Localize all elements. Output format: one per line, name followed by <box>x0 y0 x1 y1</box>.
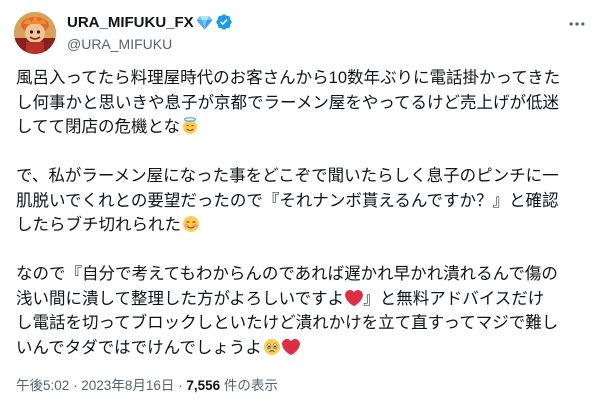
author-display-name[interactable]: URA_MIFUKU_FX <box>67 14 194 31</box>
tweet-line: してて閉店の危機とな <box>16 115 596 140</box>
more-button[interactable] <box>562 12 592 36</box>
avatar[interactable] <box>14 12 56 54</box>
tweet-paragraph-2: で、私がラーメン屋になった事をどこぞで聞いたらしく息子のピンチに一 肌脱いでくれ… <box>16 164 596 238</box>
meta-separator: · <box>69 378 82 393</box>
red-heart-emoji <box>345 289 364 306</box>
author-handle[interactable]: @URA_MIFUKU <box>67 36 172 52</box>
verified-badge-icon[interactable] <box>215 13 233 31</box>
tweet-line: なので『自分で考えてもわからんのであれば遅かれ早かれ潰れるんで傷の <box>16 265 558 283</box>
tweet-line: 肌脱いでくれとの要望だったので『それナンボ貰えるんですか？』と確認 <box>16 191 559 210</box>
tweet-date[interactable]: 2023年8月16日 <box>81 378 174 393</box>
tweet-paragraph-3: なので『自分で考えてもわからんのであれば遅かれ早かれ潰れるんで傷の 浅い間に潰し… <box>16 262 596 360</box>
tweet-line: いんでタダではでけんでしょうよ <box>16 336 596 361</box>
author-name-row: URA_MIFUKU_FX <box>67 12 233 32</box>
tweet-paragraph-1: 風呂入ってたら料理屋時代のお客さんから10数年ぶりに電話掛かってきた し何事かと… <box>16 66 596 140</box>
tweet-time[interactable]: 午後5:02 <box>16 378 69 393</box>
diamond-icon <box>196 15 213 29</box>
tweet-line: 浅い間に潰して整理した方がよろしいですよ 』と無料アドバイスだけ <box>16 287 596 312</box>
tweet-line-text: してて閉店の危機とな <box>16 118 181 136</box>
tweet-line-text: したらブチ切れられた <box>16 216 181 234</box>
tweet-line: し何事かと思いきや息子が京都でラーメン屋をやってるけど売上げが低迷 <box>16 93 560 112</box>
tweet-meta: 午後5:02 · 2023年8月16日 · 7,556 件の表示 <box>16 374 278 394</box>
smiling-face-with-smiling-eyes-emoji <box>183 216 199 232</box>
tweet-line-text: いんでタダではでけんでしょうよ <box>16 338 262 357</box>
view-count-label: 件の表示 <box>220 378 278 393</box>
avatar-image <box>14 12 56 54</box>
tweet-line-text: 浅い間に潰して整理した方がよろしいですよ <box>16 289 345 308</box>
meta-separator: · <box>174 378 187 393</box>
face-holding-back-tears-emoji <box>263 338 280 355</box>
more-horizontal-icon <box>569 22 585 26</box>
view-count: 7,556 <box>186 378 221 393</box>
tweet-line: で、私がラーメン屋になった事をどこぞで聞いたらしく息子のピンチに一 <box>16 167 559 185</box>
tweet-line: し電話を切ってブロックしといたけど潰れかけを立て直すってマジで難し <box>16 314 559 332</box>
red-heart-emoji <box>281 338 300 355</box>
tweet-line-text: 』と無料アドバイスだけ <box>363 289 545 308</box>
tweet-line: したらブチ切れられた <box>16 213 596 238</box>
tweet-text: 風呂入ってたら料理屋時代のお客さんから10数年ぶりに電話掛かってきた し何事かと… <box>16 66 596 385</box>
tweet-line: 風呂入ってたら料理屋時代のお客さんから10数年ぶりに電話掛かってきた <box>16 69 561 87</box>
tweet: URA_MIFUKU_FX @URA_MIFUKU 風呂入ってたら料理屋時代のお… <box>0 0 606 401</box>
smiling-face-with-halo-emoji <box>183 117 198 134</box>
